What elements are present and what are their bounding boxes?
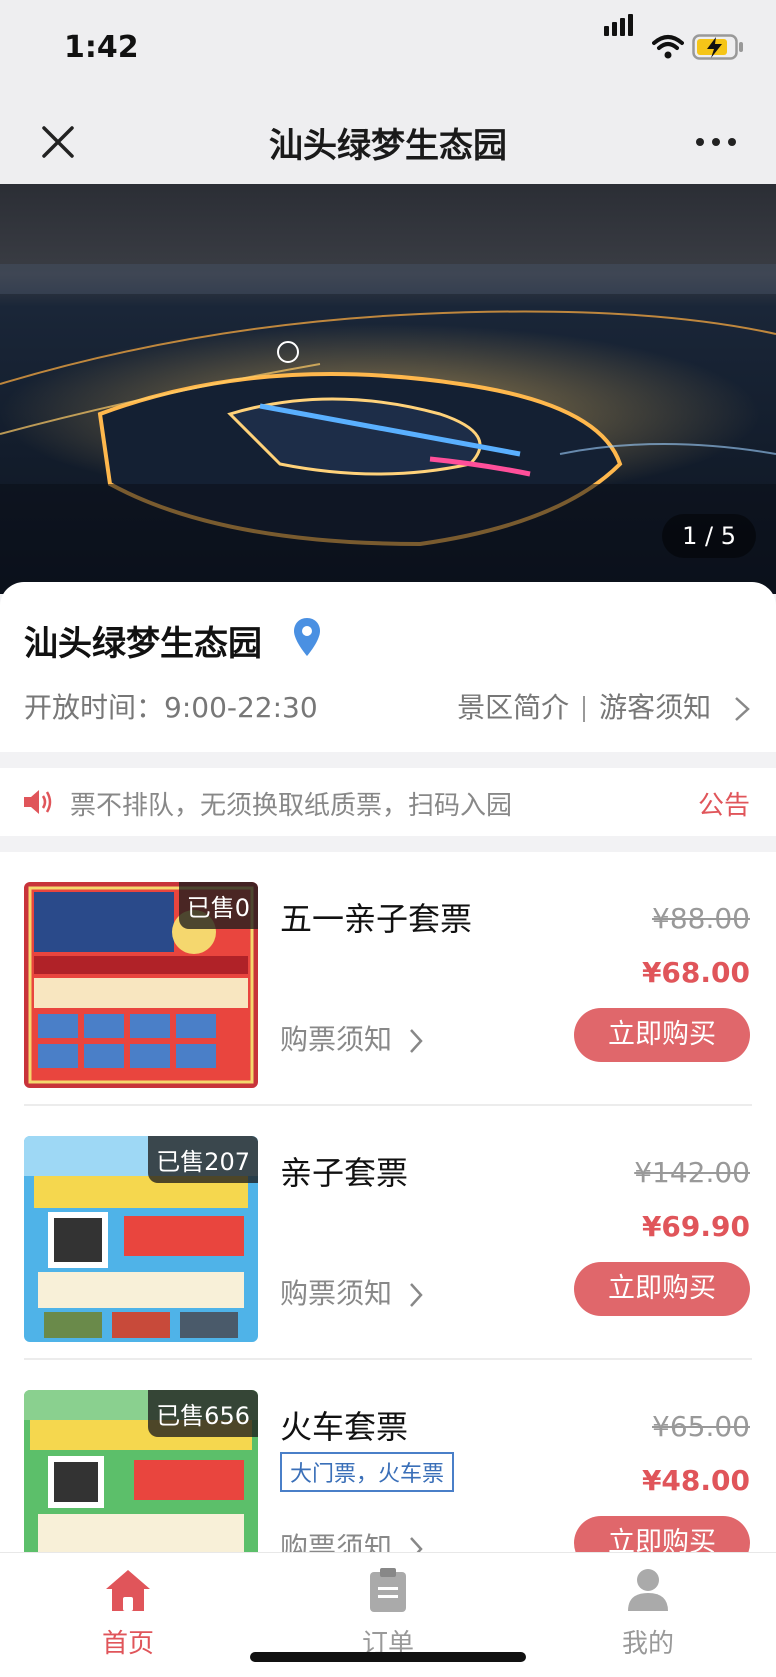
opening-hours: 开放时间：9:00-22:30 xyxy=(24,686,318,726)
link-divider xyxy=(583,696,586,722)
tab-home[interactable]: 首页 xyxy=(48,1567,208,1660)
park-name: 汕头绿梦生态园 xyxy=(24,624,262,664)
sold-count-badge: 已售0 xyxy=(178,882,258,929)
purchase-notice-link[interactable]: 购票须知 xyxy=(280,1526,425,1552)
tab-home-label: 首页 xyxy=(101,1629,154,1659)
buy-now-button[interactable]: 立即购买 xyxy=(574,1008,750,1062)
tab-profile-label: 我的 xyxy=(621,1629,674,1659)
ticket-thumbnail[interactable]: 已售207 xyxy=(24,1136,258,1342)
ticket-thumbnail[interactable]: 已售0 xyxy=(24,882,258,1088)
tab-orders[interactable]: 订单 xyxy=(308,1567,468,1660)
home-icon xyxy=(106,1570,150,1611)
chevron-right-icon xyxy=(409,1283,423,1307)
info-links: 景区简介 游客须知 xyxy=(457,686,752,726)
buy-now-button[interactable]: 立即购买 xyxy=(574,1262,750,1316)
wifi-icon xyxy=(652,35,684,59)
chevron-right-icon xyxy=(409,1029,423,1053)
scenic-intro-link[interactable]: 景区简介 xyxy=(457,691,569,724)
ticket-name: 五一亲子套票 xyxy=(280,900,473,938)
night-aerial-photo xyxy=(0,184,776,594)
navigation-bar: 汕头绿梦生态园 xyxy=(0,96,776,184)
status-time: 1:42 xyxy=(64,30,139,65)
original-price: ¥88.00 xyxy=(652,902,750,935)
purchase-notice-label: 购票须知 xyxy=(280,1023,393,1056)
ticket-item[interactable]: 已售656 火车套票 大门票，火车票 ¥65.00 ¥48.00 购票须知 立即… xyxy=(0,1360,776,1552)
image-counter: 1 / 5 xyxy=(662,514,756,558)
chevron-right-icon[interactable] xyxy=(732,696,752,722)
original-price: ¥142.00 xyxy=(634,1156,750,1189)
ticket-thumbnail[interactable]: 已售656 xyxy=(24,1390,258,1552)
ticket-item[interactable]: 已售207 亲子套票 ¥142.00 ¥69.90 购票须知 立即购买 xyxy=(0,1106,776,1360)
announcement-text: 票不排队，无须换取纸质票，扫码入园 xyxy=(70,791,513,821)
location-pin-icon[interactable] xyxy=(292,616,322,658)
park-info-card: 汕头绿梦生态园 开放时间：9:00-22:30 景区简介 游客须知 xyxy=(0,582,776,752)
ticket-name: 亲子套票 xyxy=(280,1154,409,1192)
buy-now-button[interactable]: 立即购买 xyxy=(574,1516,750,1552)
sale-price: ¥48.00 xyxy=(641,1464,750,1497)
more-options-icon[interactable] xyxy=(692,120,740,164)
chevron-right-icon xyxy=(409,1537,423,1552)
original-price: ¥65.00 xyxy=(652,1410,750,1443)
clipboard-icon xyxy=(370,1568,406,1612)
purchase-notice-link[interactable]: 购票须知 xyxy=(280,1272,425,1312)
announcement-bar[interactable]: 票不排队，无须换取纸质票，扫码入园 公告 xyxy=(0,768,776,836)
ticket-tag: 大门票，火车票 xyxy=(280,1452,455,1492)
user-icon xyxy=(628,1569,668,1611)
purchase-notice-label: 购票须知 xyxy=(280,1531,393,1552)
sale-price: ¥68.00 xyxy=(641,956,750,989)
sale-price: ¥69.90 xyxy=(641,1210,750,1243)
ticket-name: 火车套票 xyxy=(280,1408,409,1446)
tab-profile[interactable]: 我的 xyxy=(568,1567,728,1660)
speaker-icon xyxy=(24,790,52,814)
visitor-notice-link[interactable]: 游客须知 xyxy=(599,691,711,724)
opening-hours-label: 开放时间： xyxy=(24,691,165,724)
sold-count-badge: 已售656 xyxy=(148,1390,258,1437)
status-bar: 1:42 xyxy=(0,0,776,96)
purchase-notice-label: 购票须知 xyxy=(280,1277,393,1310)
ticket-item[interactable]: 已售0 五一亲子套票 ¥88.00 ¥68.00 购票须知 立即购买 xyxy=(0,852,776,1106)
ticket-list: 已售0 五一亲子套票 ¥88.00 ¥68.00 购票须知 立即购买 已售207 xyxy=(0,852,776,1552)
home-indicator[interactable] xyxy=(250,1652,526,1662)
hero-image-carousel[interactable]: 1 / 5 xyxy=(0,184,776,594)
sold-count-badge: 已售207 xyxy=(148,1136,258,1183)
page-title: 汕头绿梦生态园 xyxy=(269,126,507,166)
purchase-notice-link[interactable]: 购票须知 xyxy=(280,1018,425,1058)
opening-hours-value: 9:00-22:30 xyxy=(164,691,318,724)
battery-charging-icon xyxy=(692,34,743,60)
announcement-link[interactable]: 公告 xyxy=(698,785,750,822)
